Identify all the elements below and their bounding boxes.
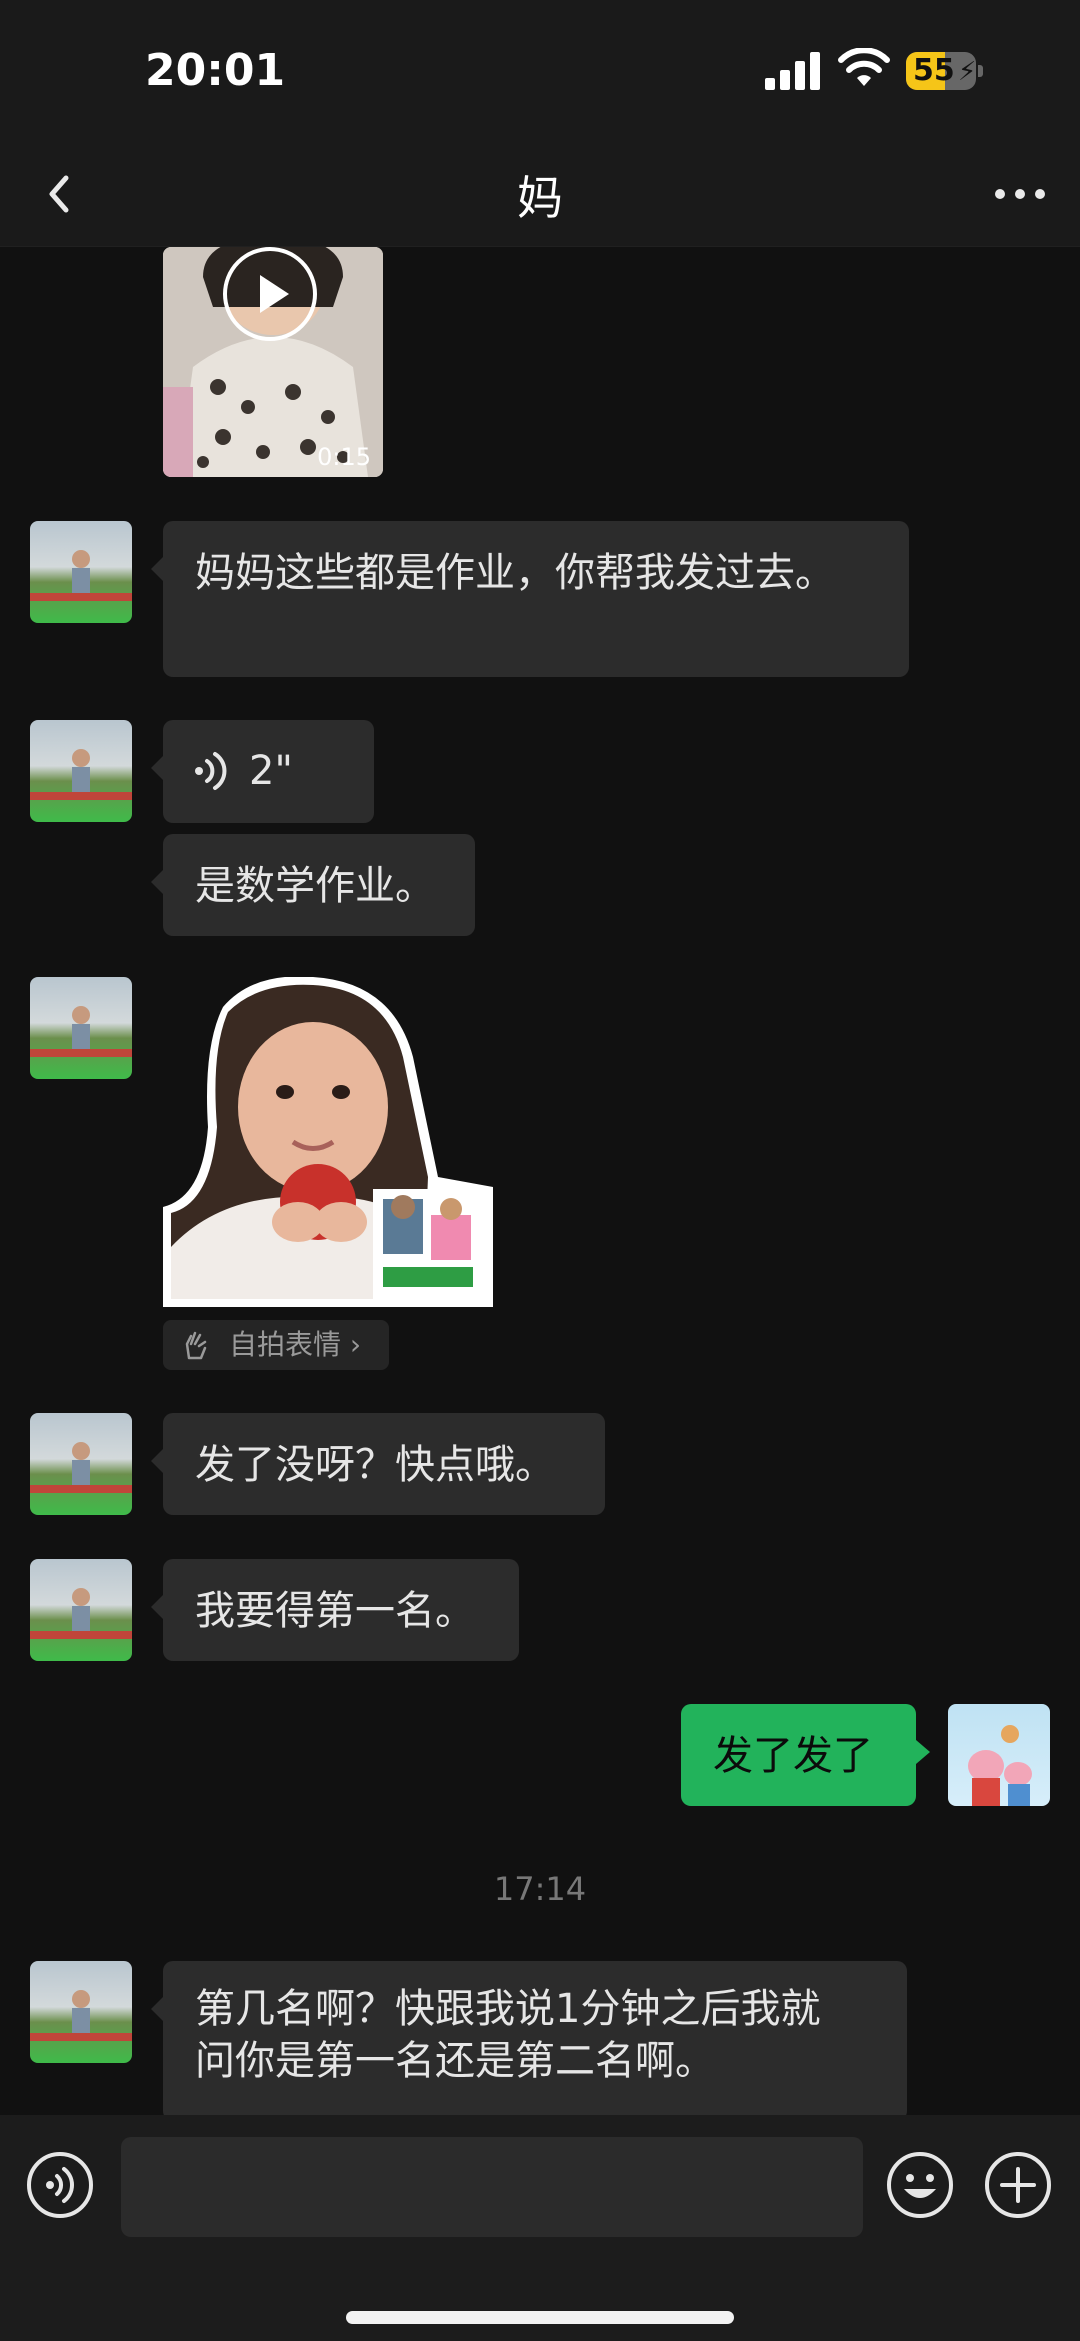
selfie-sticker[interactable]	[163, 976, 493, 1307]
message-bubble[interactable]: 妈妈这些都是作业，你帮我发过去。	[151, 521, 909, 677]
wifi-icon	[838, 48, 890, 86]
status-time: 20:01	[145, 45, 286, 96]
battery-indicator: 55 ⚡	[906, 52, 983, 90]
plus-icon[interactable]	[984, 2151, 1052, 2219]
message-text: 是数学作业。	[195, 863, 435, 909]
chat-header: 妈	[0, 140, 1080, 247]
message-bubble[interactable]: 第几名啊？快跟我说1分钟之后我就 问你是第一名还是第二名啊。	[151, 1961, 907, 2115]
message-text-line: 问你是第一名还是第二名啊。	[195, 2038, 715, 2084]
message-text: 发了发了	[713, 1733, 873, 1779]
chat-message-list[interactable]: 0:15 妈妈这些都是作业，你帮我发过去。 2" 是数学作业。 自拍表情 › 发…	[0, 247, 1080, 2115]
selfie-sticker-link[interactable]: 自拍表情 ›	[163, 1320, 389, 1370]
input-bar	[0, 2115, 1080, 2341]
voice-input-icon[interactable]	[26, 2151, 94, 2219]
avatar[interactable]	[30, 1413, 132, 1515]
selfie-label: 自拍表情	[229, 1328, 342, 1361]
message-text: 我要得第一名。	[195, 1588, 475, 1634]
more-dots-icon[interactable]	[988, 174, 1052, 214]
voice-message[interactable]: 2"	[151, 720, 374, 823]
avatar[interactable]	[30, 720, 132, 822]
home-indicator	[346, 2311, 734, 2324]
signal-icon	[765, 52, 820, 90]
message-bubble[interactable]: 发了没呀？快点哦。	[151, 1413, 605, 1515]
message-bubble[interactable]: 是数学作业。	[151, 834, 475, 936]
video-message[interactable]: 0:15	[163, 247, 383, 477]
avatar[interactable]	[30, 1559, 132, 1661]
my-avatar[interactable]	[948, 1704, 1050, 1806]
message-text-line: 第几名啊？快跟我说1分钟之后我就	[195, 1986, 821, 2032]
avatar[interactable]	[30, 1961, 132, 2063]
emoji-icon[interactable]	[886, 2151, 954, 2219]
sent-message-bubble[interactable]: 发了发了	[681, 1704, 930, 1806]
hand-gesture-icon	[185, 1331, 207, 1360]
message-input[interactable]	[121, 2137, 863, 2237]
message-text: 发了没呀？快点哦。	[195, 1442, 555, 1488]
chat-title: 妈	[517, 171, 563, 225]
message-timestamp: 17:14	[493, 1870, 587, 1908]
avatar[interactable]	[30, 521, 132, 623]
voice-wave-icon	[195, 752, 227, 790]
avatar[interactable]	[30, 977, 132, 1079]
message-bubble[interactable]: 我要得第一名。	[151, 1559, 519, 1661]
video-duration: 0:15	[317, 443, 371, 471]
message-text: 妈妈这些都是作业，你帮我发过去。	[195, 550, 835, 596]
play-icon[interactable]	[223, 247, 317, 341]
status-bar: 20:01 55 ⚡	[0, 0, 1080, 140]
voice-duration: 2"	[249, 748, 293, 794]
